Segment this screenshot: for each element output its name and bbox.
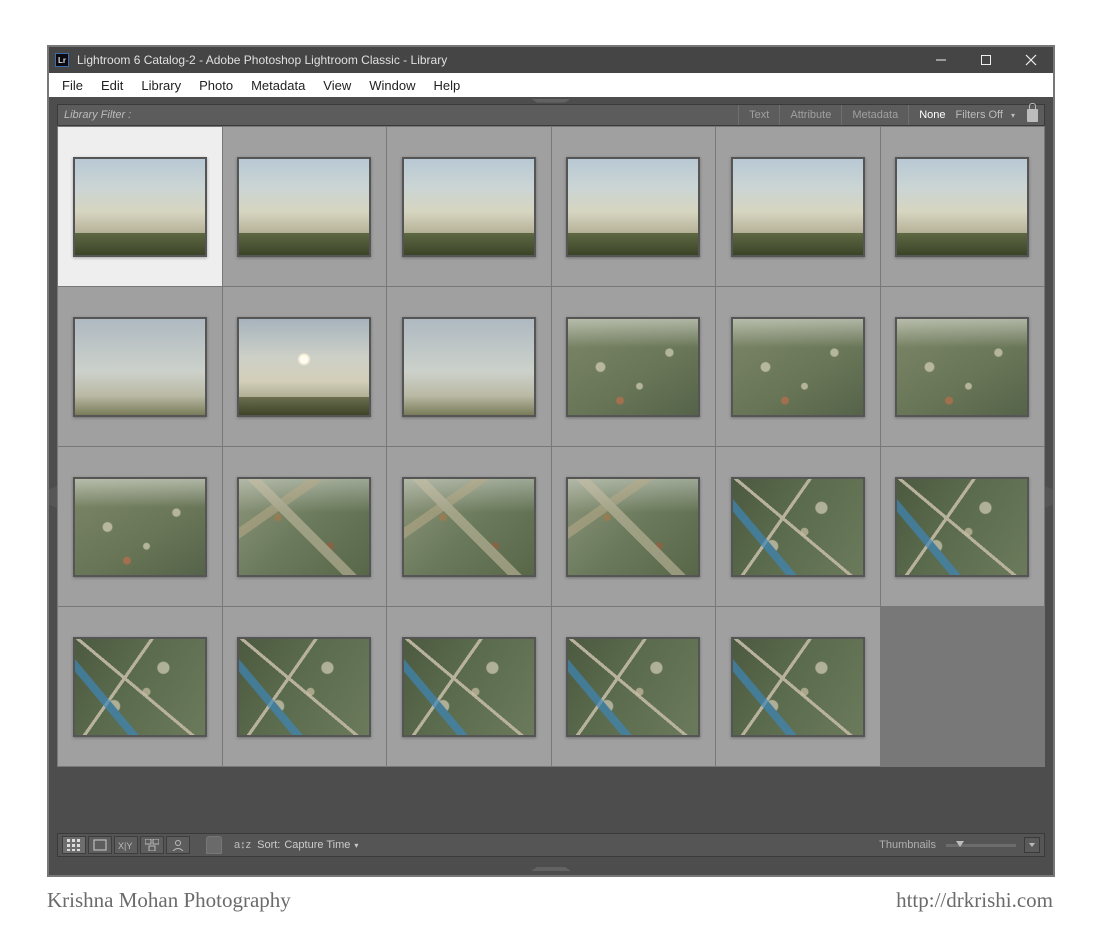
thumbnail-cell[interactable] [552, 447, 716, 606]
app-window: Lr Lightroom 6 Catalog-2 - Adobe Photosh… [47, 45, 1055, 877]
loupe-view-button[interactable] [88, 836, 112, 854]
thumbnail-cell[interactable] [881, 127, 1045, 286]
filter-label: Library Filter : [64, 109, 131, 121]
minimize-button[interactable] [918, 47, 963, 73]
thumbnail-image [566, 317, 700, 417]
filters-off-toggle[interactable]: Filters Off [956, 109, 1003, 121]
menu-photo[interactable]: Photo [190, 78, 242, 93]
thumbnail-cell[interactable] [716, 447, 880, 606]
thumbnail-image [895, 157, 1029, 257]
workspace: Library Filter : TextAttributeMetadataNo… [49, 97, 1053, 875]
thumbnail-image [73, 157, 207, 257]
menu-metadata[interactable]: Metadata [242, 78, 314, 93]
panel-grip-right[interactable] [1045, 486, 1053, 508]
thumbnail-cell[interactable] [58, 447, 222, 606]
thumbnail-grid [57, 126, 1045, 767]
close-button[interactable] [1008, 47, 1053, 73]
thumbnail-image [402, 637, 536, 737]
thumbnail-size-slider[interactable] [946, 844, 1016, 847]
sort-direction-toggle[interactable]: a↕z [234, 839, 251, 851]
bottom-toolbar: X|Y a↕z Sort: Capture Time ▾ Thumbnails [57, 833, 1045, 857]
svg-text:X|Y: X|Y [118, 841, 132, 851]
thumbnail-image [566, 637, 700, 737]
filter-tab-metadata[interactable]: Metadata [841, 105, 908, 125]
menu-window[interactable]: Window [360, 78, 424, 93]
app-icon: Lr [55, 53, 69, 67]
grid-view-button[interactable] [62, 836, 86, 854]
thumbnail-cell[interactable] [58, 607, 222, 766]
thumbnail-cell[interactable] [552, 127, 716, 286]
filter-tab-attribute[interactable]: Attribute [779, 105, 841, 125]
thumbnail-cell[interactable] [881, 447, 1045, 606]
menu-edit[interactable]: Edit [92, 78, 132, 93]
people-view-button[interactable] [166, 836, 190, 854]
thumbnail-cell[interactable] [58, 287, 222, 446]
thumbnail-cell[interactable] [387, 287, 551, 446]
compare-view-button[interactable]: X|Y [114, 836, 138, 854]
thumbnail-image [895, 477, 1029, 577]
thumbnail-image [237, 317, 371, 417]
thumbnail-image [402, 477, 536, 577]
window-title: Lightroom 6 Catalog-2 - Adobe Photoshop … [77, 53, 918, 67]
thumbnail-cell[interactable] [387, 447, 551, 606]
thumbnail-image [895, 317, 1029, 417]
thumbnail-image [566, 477, 700, 577]
thumbnail-image [566, 157, 700, 257]
filter-tab-text[interactable]: Text [738, 105, 779, 125]
thumbnail-image [731, 477, 865, 577]
sort-value[interactable]: Capture Time [284, 839, 350, 851]
thumbnail-cell[interactable] [716, 607, 880, 766]
panel-grip-top[interactable] [49, 97, 1053, 104]
filter-tab-none[interactable]: None [908, 105, 955, 125]
thumbnail-image [731, 317, 865, 417]
toolbar-menu-button[interactable] [1024, 837, 1040, 853]
caption-url: http://drkrishi.com [896, 888, 1053, 913]
caption-author: Krishna Mohan Photography [47, 888, 291, 913]
thumbnail-image [731, 157, 865, 257]
thumbnail-image [73, 477, 207, 577]
menu-library[interactable]: Library [132, 78, 190, 93]
thumbnail-image [237, 477, 371, 577]
thumbnail-cell[interactable] [387, 607, 551, 766]
thumbnail-cell[interactable] [387, 127, 551, 286]
thumbnail-image [73, 637, 207, 737]
image-caption: Krishna Mohan Photography http://drkrish… [47, 888, 1053, 913]
maximize-button[interactable] [963, 47, 1008, 73]
thumbnail-image [237, 157, 371, 257]
thumbnail-cell[interactable] [552, 607, 716, 766]
thumbnail-cell[interactable] [716, 127, 880, 286]
thumbnail-image [402, 157, 536, 257]
title-bar: Lr Lightroom 6 Catalog-2 - Adobe Photosh… [49, 47, 1053, 73]
thumbnail-grid-area[interactable] [57, 126, 1045, 833]
menu-file[interactable]: File [53, 78, 92, 93]
thumbnail-image [237, 637, 371, 737]
menu-help[interactable]: Help [425, 78, 470, 93]
sort-label: Sort: [257, 839, 280, 851]
menu-view[interactable]: View [314, 78, 360, 93]
thumbnail-cell[interactable] [58, 127, 222, 286]
thumbnail-cell[interactable] [223, 607, 387, 766]
thumbnail-image [73, 317, 207, 417]
thumbnail-cell[interactable] [223, 447, 387, 606]
sort-dropdown-icon[interactable]: ▾ [354, 841, 358, 850]
lock-icon[interactable] [1027, 109, 1038, 122]
thumbnail-cell[interactable] [552, 287, 716, 446]
thumbnails-label: Thumbnails [879, 839, 936, 851]
thumbnail-cell[interactable] [223, 127, 387, 286]
library-filter-bar: Library Filter : TextAttributeMetadataNo… [57, 104, 1045, 126]
thumbnail-cell[interactable] [881, 287, 1045, 446]
thumbnail-cell[interactable] [716, 287, 880, 446]
survey-view-button[interactable] [140, 836, 164, 854]
thumbnail-image [731, 637, 865, 737]
menu-bar: FileEditLibraryPhotoMetadataViewWindowHe… [49, 73, 1053, 97]
panel-grip-bottom[interactable] [49, 865, 1053, 873]
thumbnail-cell[interactable] [223, 287, 387, 446]
painter-tool[interactable] [206, 836, 222, 854]
panel-grip-left[interactable] [49, 486, 57, 508]
thumbnail-image [402, 317, 536, 417]
